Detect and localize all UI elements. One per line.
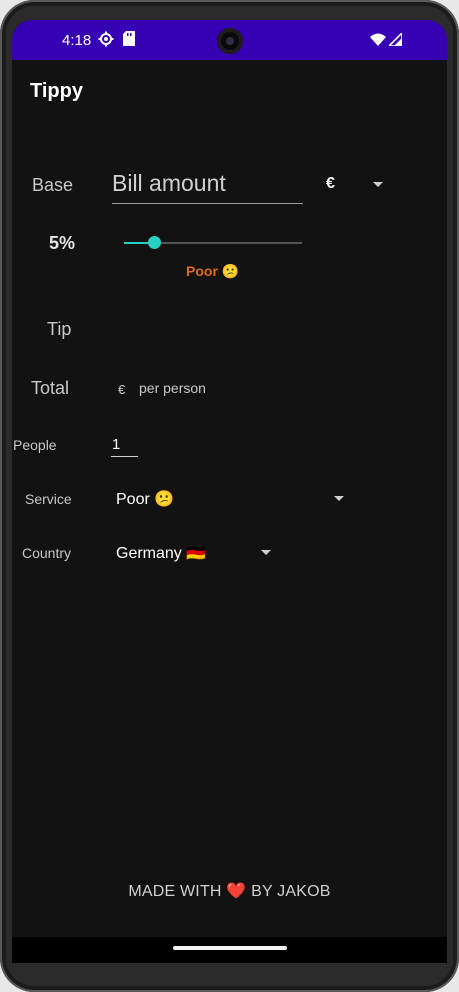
navigation-bar: [12, 937, 447, 963]
country-chevron-down-icon[interactable]: [261, 550, 271, 555]
country-dropdown[interactable]: Germany 🇩🇪: [116, 543, 206, 563]
bill-amount-input[interactable]: Bill amount: [112, 170, 303, 204]
currency-dropdown[interactable]: €: [326, 175, 335, 193]
per-person-label: per person: [139, 380, 206, 396]
status-bar: 4:18: [12, 20, 447, 60]
service-dropdown[interactable]: Poor 😕: [116, 489, 174, 509]
service-chevron-down-icon[interactable]: [334, 496, 344, 501]
tip-slider[interactable]: [124, 236, 302, 249]
app-title: Tippy: [30, 80, 83, 102]
settings-gear-icon: [98, 31, 114, 52]
total-label: Total: [31, 378, 70, 398]
people-label: People: [13, 437, 57, 453]
tip-description: Poor 😕: [186, 263, 240, 279]
status-time: 4:18: [62, 32, 92, 49]
home-gesture-handle[interactable]: [173, 946, 287, 950]
tip-slider-thumb[interactable]: [148, 236, 162, 249]
people-input[interactable]: 1: [111, 436, 138, 457]
sd-card-icon: [123, 31, 135, 51]
tip-label: Tip: [47, 319, 72, 339]
base-label: Base: [32, 175, 74, 195]
phone-frame: 4:18 Tippy Base Bill amount € 5% Poor 😕 …: [0, 0, 459, 992]
footer-credit: MADE WITH ❤️ BY JAKOB: [128, 883, 331, 900]
cellular-signal-icon: [387, 31, 403, 51]
service-label: Service: [25, 491, 72, 507]
currency-chevron-down-icon[interactable]: [373, 182, 383, 187]
tip-percent-label: 5%: [49, 233, 76, 253]
front-camera: [217, 28, 243, 54]
app-screen: 4:18 Tippy Base Bill amount € 5% Poor 😕 …: [12, 20, 447, 963]
wifi-icon: [370, 33, 386, 51]
country-label: Country: [22, 545, 72, 561]
total-currency: €: [118, 382, 126, 397]
